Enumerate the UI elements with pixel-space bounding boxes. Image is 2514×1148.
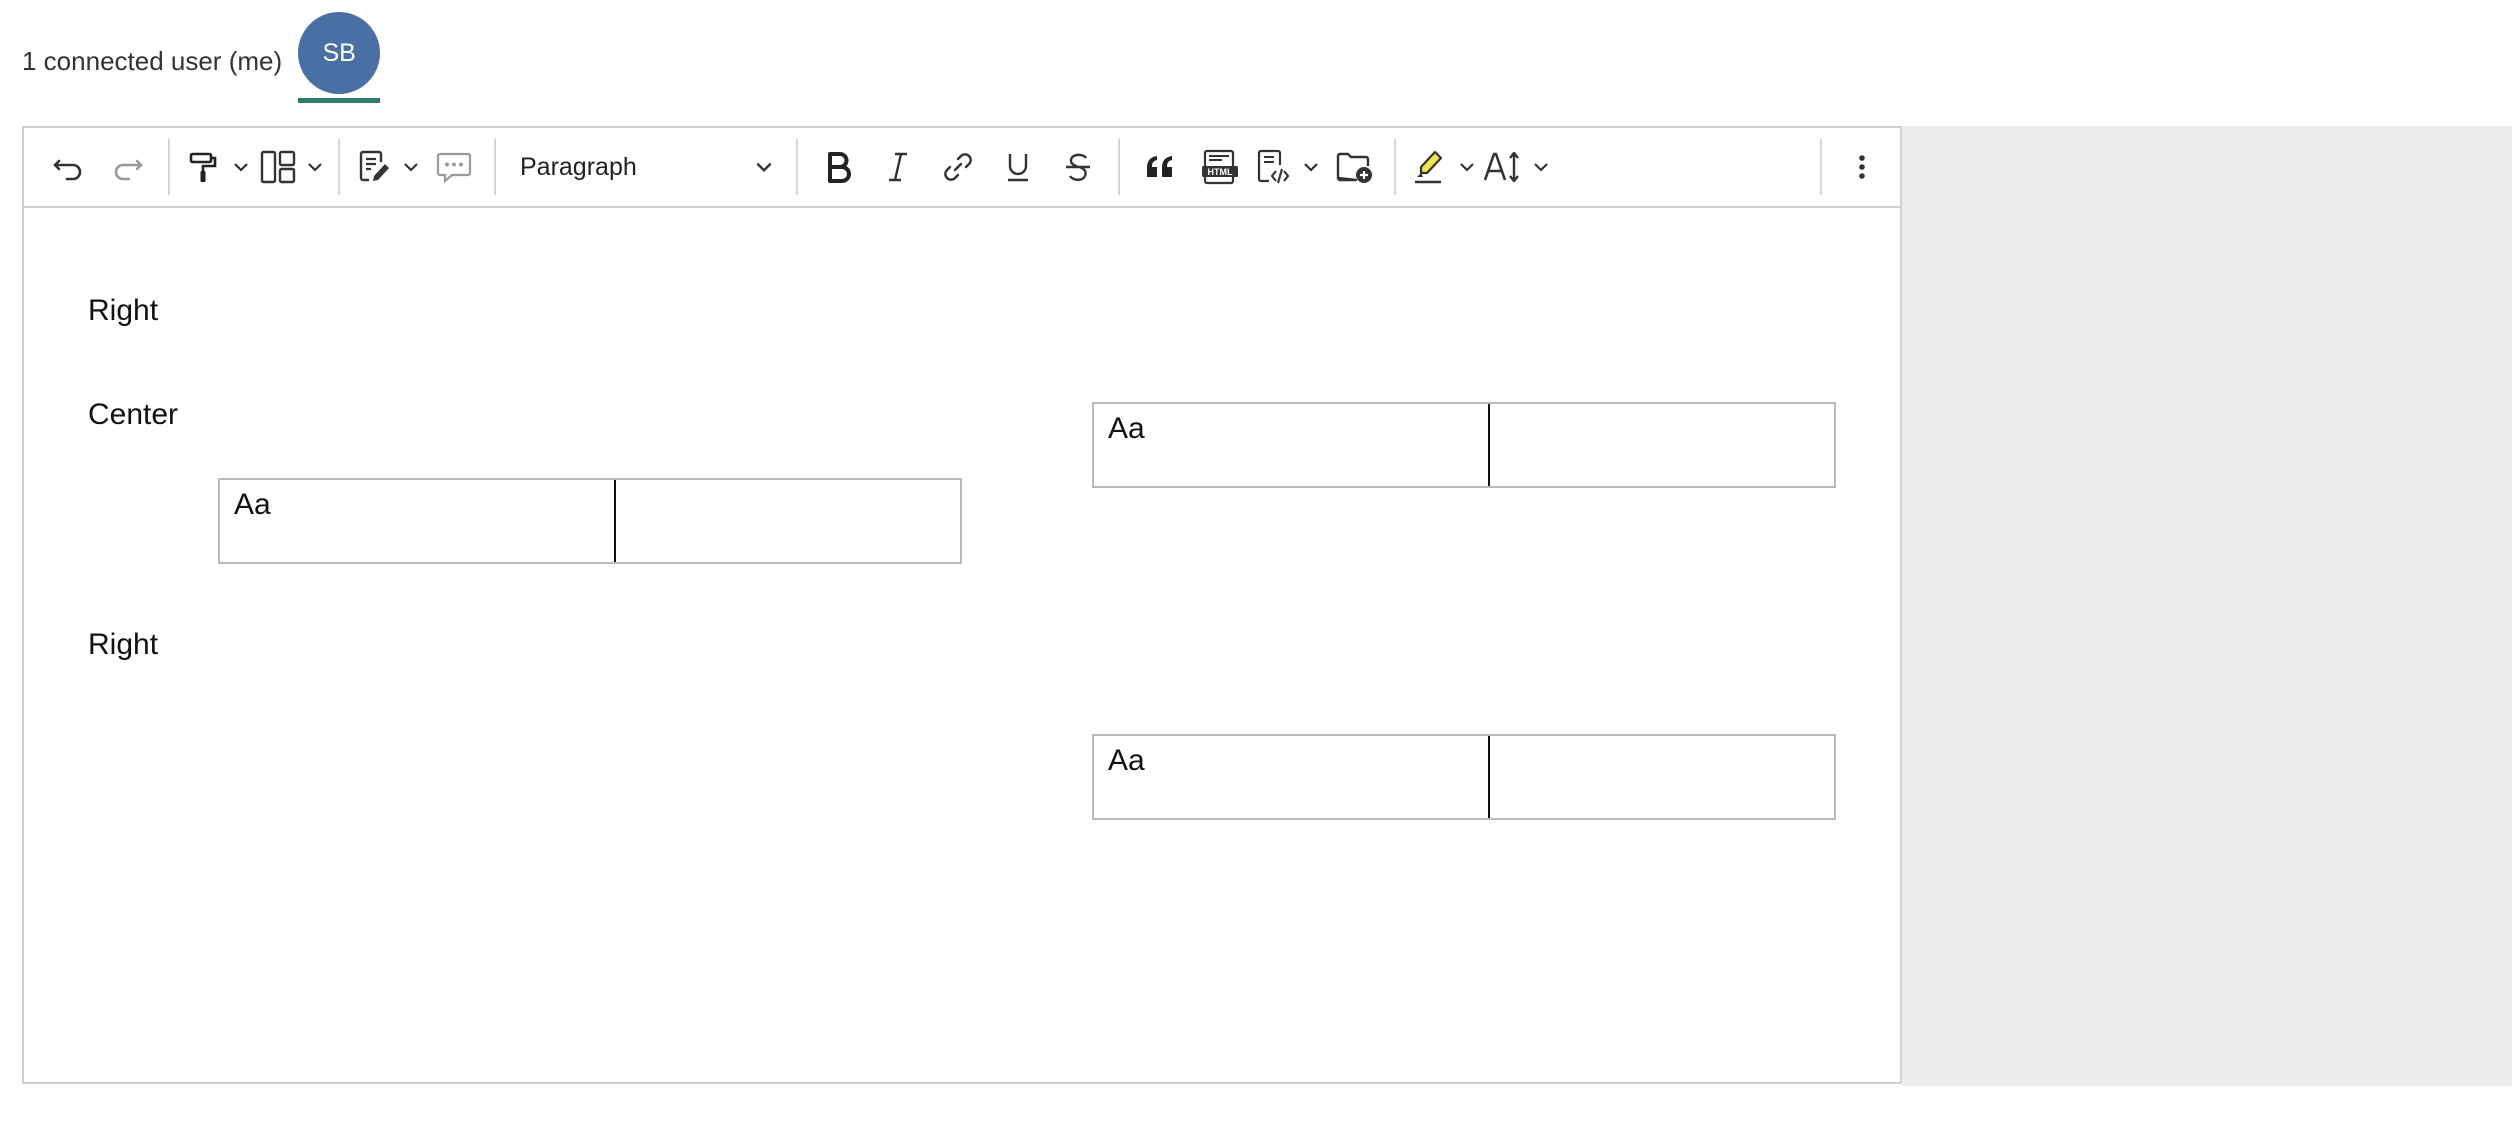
- undo-button[interactable]: [38, 138, 98, 196]
- table-cell[interactable]: [1490, 736, 1834, 818]
- connected-users-label: 1 connected user (me): [22, 45, 283, 76]
- table-cell[interactable]: Aa: [220, 480, 616, 562]
- chevron-down-icon: [756, 162, 772, 173]
- table-cell[interactable]: [1490, 404, 1834, 486]
- italic-icon: [889, 152, 907, 182]
- chevron-down-icon: [404, 163, 418, 172]
- table[interactable]: Aa: [1092, 402, 1836, 488]
- underline-button[interactable]: [988, 138, 1048, 196]
- highlight-button[interactable]: [1406, 138, 1480, 196]
- side-panel: [1902, 126, 2512, 1086]
- editor-content[interactable]: Right Center Aa Aa Right Aa: [24, 208, 1900, 1082]
- paint-roller-icon: [189, 152, 217, 182]
- block-type-dropdown[interactable]: Paragraph: [506, 138, 786, 196]
- blockquote-button[interactable]: [1130, 138, 1190, 196]
- bold-icon: [828, 152, 851, 183]
- block-type-value: Paragraph: [520, 152, 637, 181]
- comment-icon: [436, 152, 472, 184]
- document-edit-icon: [359, 150, 389, 182]
- more-vertical-icon: [1859, 155, 1865, 179]
- strikethrough-icon: [1066, 153, 1090, 181]
- avatar-active-indicator: [298, 98, 381, 103]
- strikethrough-button[interactable]: [1048, 138, 1108, 196]
- table-cell[interactable]: Aa: [1094, 736, 1490, 818]
- code-snippet-icon: [1257, 149, 1290, 184]
- chevron-down-icon: [1304, 163, 1318, 172]
- layout-button[interactable]: [254, 138, 328, 196]
- user-avatar-wrapper[interactable]: SB: [298, 10, 381, 106]
- presence-bar: 1 connected user (me) SB: [22, 10, 381, 106]
- paragraph[interactable]: Right: [88, 294, 158, 328]
- font-size-icon: [1483, 151, 1519, 183]
- link-button[interactable]: [928, 138, 988, 196]
- redo-icon: [114, 159, 143, 181]
- paragraph[interactable]: Right: [88, 628, 158, 662]
- highlighter-icon: [1415, 150, 1443, 184]
- toolbar-separator: [1820, 139, 1822, 195]
- editor-toolbar: Paragraph HTML: [24, 128, 1900, 208]
- template-button[interactable]: [350, 138, 424, 196]
- toolbar-separator: [168, 139, 170, 195]
- toolbar-separator: [494, 139, 496, 195]
- font-size-button[interactable]: [1480, 138, 1554, 196]
- link-icon: [944, 153, 972, 181]
- more-options-button[interactable]: [1832, 138, 1892, 196]
- chevron-down-icon: [1534, 163, 1548, 172]
- paragraph[interactable]: Center: [88, 398, 178, 432]
- redo-button[interactable]: [98, 138, 158, 196]
- toolbar-separator: [1118, 139, 1120, 195]
- toolbar-separator: [796, 139, 798, 195]
- table[interactable]: Aa: [218, 478, 962, 564]
- editor: Paragraph HTML Right Center Aa Aa Right …: [22, 126, 1902, 1084]
- italic-button[interactable]: [868, 138, 928, 196]
- bold-button[interactable]: [808, 138, 868, 196]
- underline-icon: [1008, 154, 1028, 182]
- toolbar-separator: [338, 139, 340, 195]
- insert-file-button[interactable]: [1324, 138, 1384, 196]
- table-cell[interactable]: [616, 480, 960, 562]
- chevron-down-icon: [308, 163, 322, 172]
- table[interactable]: Aa: [1092, 734, 1836, 820]
- table-cell[interactable]: Aa: [1094, 404, 1490, 486]
- quote-icon: [1147, 156, 1172, 177]
- toolbar-separator: [1394, 139, 1396, 195]
- folder-add-icon: [1336, 152, 1372, 183]
- undo-icon: [53, 159, 82, 181]
- comment-button[interactable]: [424, 138, 484, 196]
- avatar[interactable]: SB: [298, 12, 381, 94]
- layout-columns-icon: [260, 150, 296, 184]
- source-code-button[interactable]: [1250, 138, 1324, 196]
- svg-text:HTML: HTML: [1208, 167, 1233, 177]
- chevron-down-icon: [234, 163, 248, 172]
- format-painter-button[interactable]: [180, 138, 254, 196]
- chevron-down-icon: [1460, 163, 1474, 172]
- html-embed-button[interactable]: HTML: [1190, 138, 1250, 196]
- html-embed-icon: HTML: [1202, 149, 1238, 185]
